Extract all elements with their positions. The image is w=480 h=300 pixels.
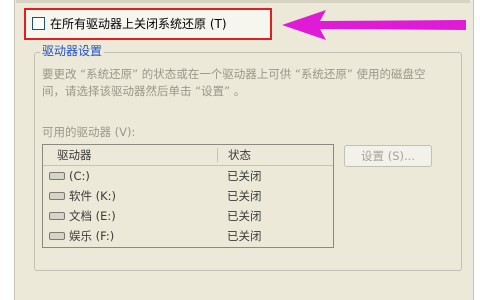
arrow-left-icon [282,10,466,40]
turn-off-all-checkbox[interactable] [32,17,45,30]
available-drives-label: 可用的驱动器 (V): [42,125,136,139]
drive-cell: 娱乐 (F:) [43,228,227,244]
drive-status: 已关闭 [227,229,262,243]
drives-list-header: 驱动器 状态 [43,145,333,166]
list-item[interactable]: 文档 (E:) 已关闭 [43,206,333,226]
column-header-status[interactable]: 状态 [228,147,328,163]
drive-cell: (C:) [43,169,227,183]
drive-icon [49,172,65,180]
drive-icon [49,192,65,200]
drive-icon [49,232,65,240]
turn-off-all-label: 在所有驱动器上关闭系统还原 (T) [50,17,227,31]
drive-name: 软件 (K:) [69,189,117,203]
column-header-drive[interactable]: 驱动器 [43,147,217,163]
list-item[interactable]: (C:) 已关闭 [43,166,333,186]
list-item[interactable]: 软件 (K:) 已关闭 [43,186,333,206]
drives-list[interactable]: 驱动器 状态 (C:) 已关闭 软件 (K:) 已关闭 文档 (E:) 已关闭 [42,144,334,248]
drive-cell: 软件 (K:) [43,188,227,204]
list-item[interactable]: 娱乐 (F:) 已关闭 [43,226,333,246]
drive-status: 已关闭 [227,169,262,183]
drive-status: 已关闭 [227,189,262,203]
drive-settings-description: 要更改 “系统还原” 的状态或在一个驱动器上可供 “系统还原” 使用的磁盘空间，… [42,67,426,98]
drive-name: (C:) [69,169,90,183]
dialog-screenshot: 在所有驱动器上关闭系统还原 (T) 驱动器设置 要更改 “系统还原” 的状态或在… [0,0,480,300]
dialog-top-edge [16,0,470,3]
drive-name: 文档 (E:) [69,209,116,223]
column-separator [217,148,218,162]
drive-cell: 文档 (E:) [43,208,227,224]
turn-off-all-checkbox-row[interactable]: 在所有驱动器上关闭系统还原 (T) [32,15,227,32]
drive-icon [49,212,65,220]
drive-settings-title: 驱动器设置 [40,42,105,59]
drive-status: 已关闭 [227,209,262,223]
drive-name: 娱乐 (F:) [69,229,115,243]
settings-button[interactable]: 设置 (S)... [344,145,432,167]
